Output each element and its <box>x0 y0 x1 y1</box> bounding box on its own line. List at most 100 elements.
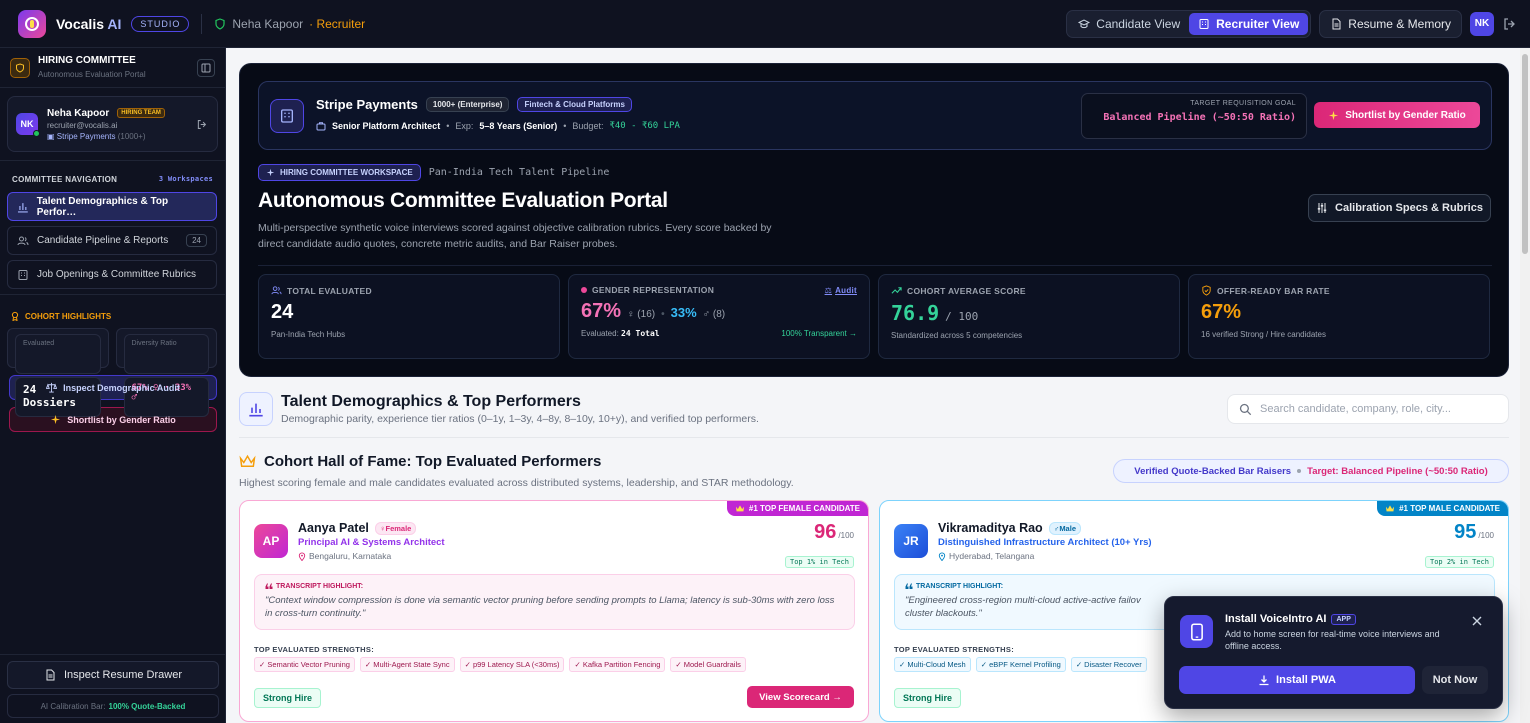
shortlist-gender-ratio-button[interactable]: Shortlist by Gender Ratio <box>1314 102 1480 128</box>
crown-icon <box>239 454 256 468</box>
rank-ribbon: #1 TOP MALE CANDIDATE <box>1377 501 1508 516</box>
section-subtitle: Demographic parity, experience tier rati… <box>281 413 759 425</box>
sidebar-title: HIRING COMMITTEE <box>38 55 136 66</box>
verified-pill: Verified Quote-Backed Bar Raisers Target:… <box>1113 459 1509 483</box>
document-icon <box>46 669 55 681</box>
download-icon <box>1259 675 1269 686</box>
gender-tag: ♀Female <box>374 521 417 535</box>
scrollbar-thumb[interactable] <box>1522 54 1528 254</box>
candidate-avatar: AP <box>254 524 288 558</box>
crown-icon <box>735 505 744 512</box>
sidebar-collapse-icon[interactable] <box>197 58 215 77</box>
section-header: Talent Demographics & Top Performers Dem… <box>239 392 1509 440</box>
strength-chips: ✓ Semantic Vector Pruning ✓ Multi-Agent … <box>254 657 746 672</box>
calibration-specs-button[interactable]: Calibration Specs & Rubrics <box>1308 194 1491 222</box>
strength-chip: ✓ eBPF Kernel Profiling <box>975 657 1066 672</box>
pipeline-count-badge: 24 <box>186 234 207 247</box>
shield-check-icon <box>1202 285 1211 296</box>
graduation-cap-icon <box>1078 18 1091 28</box>
strength-chip: ✓ p99 Latency SLA (<30ms) <box>459 657 565 672</box>
total-evaluated-stat: TOTAL EVALUATED 24 Pan-India Tech Hubs <box>258 274 560 359</box>
users-icon <box>271 286 282 295</box>
recruiter-view-button[interactable]: Recruiter View <box>1189 12 1309 35</box>
view-scorecard-button[interactable]: View Scorecard → <box>747 686 854 708</box>
strength-chip: ✓ Kafka Partition Fencing <box>569 657 666 672</box>
scale-icon <box>46 382 58 393</box>
logout-icon[interactable] <box>196 119 207 130</box>
app-logo[interactable] <box>18 9 46 38</box>
user-avatar: NK <box>16 113 40 137</box>
install-pwa-button[interactable]: Install PWA <box>1179 666 1415 694</box>
studio-badge: STUDIO <box>131 15 190 32</box>
user-card: NK Neha Kapoor HIRING TEAM recruiter@voca… <box>7 96 218 152</box>
target-goal-box: TARGET REQUISITION GOAL Balanced Pipelin… <box>1081 93 1307 139</box>
shield-icon <box>10 57 30 78</box>
not-now-button[interactable]: Not Now <box>1422 666 1488 694</box>
candidate-location: Bengaluru, Karnataka <box>298 551 391 561</box>
quote-icon <box>905 583 913 589</box>
hero-panel: Stripe Payments 1000+ (Enterprise) Finte… <box>239 63 1509 377</box>
top-bar: Vocalis AI STUDIO Neha Kapoor · Recruiter… <box>0 0 1530 48</box>
search-input[interactable]: Search candidate, company, role, city... <box>1227 394 1509 424</box>
strength-chip: ✓ Disaster Recover <box>1070 657 1147 672</box>
users-icon <box>17 236 29 245</box>
candidate-name: Vikramaditya Rao <box>938 521 1043 535</box>
close-icon[interactable] <box>1471 615 1483 627</box>
diversity-stat: Diversity Ratio 67% ♀ · 33% ♂ <box>115 328 217 417</box>
candidate-name: Aanya Patel <box>298 521 369 535</box>
app-badge: APP <box>1331 613 1356 625</box>
hall-of-fame-subtitle: Highest scoring female and male candidat… <box>239 477 794 489</box>
candidate-view-button[interactable]: Candidate View <box>1069 13 1189 35</box>
verdict-badge: Strong Hire <box>894 688 962 708</box>
audit-link[interactable]: ⚖ Audit <box>825 286 857 295</box>
nav-talent-demographics[interactable]: Talent Demographics & Top Perfor… <box>7 192 217 221</box>
strengths-label: TOP EVALUATED STRENGTHS: <box>254 645 374 654</box>
page-title: Autonomous Committee Evaluation Portal <box>258 189 668 212</box>
scrollbar[interactable] <box>1520 48 1530 723</box>
strength-chips: ✓ Multi-Cloud Mesh ✓ eBPF Kernel Profili… <box>894 657 1147 672</box>
online-dot <box>33 130 40 137</box>
gender-representation-stat: GENDER REPRESENTATION ⚖ Audit 67% ♀ (16)… <box>568 274 870 359</box>
phone-icon <box>1180 615 1213 648</box>
verdict-badge: Strong Hire <box>254 688 322 708</box>
workspace-tag: HIRING COMMITTEE WORKSPACE <box>258 164 421 181</box>
toast-title: Install VoiceIntro AI <box>1225 613 1327 625</box>
logout-icon[interactable] <box>1502 17 1516 31</box>
strength-chip: ✓ Semantic Vector Pruning <box>254 657 355 672</box>
award-icon <box>11 311 19 321</box>
user-company: ▣ Stripe Payments (1000+) <box>47 131 146 141</box>
nav-candidate-pipeline[interactable]: Candidate Pipeline & Reports 24 <box>7 226 217 255</box>
sidebar: HIRING COMMITTEE Autonomous Evaluation Po… <box>0 48 226 723</box>
nav-header: COMMITTEE NAVIGATION 3 Workspaces <box>12 174 213 184</box>
user-email: recruiter@vocalis.ai <box>47 120 118 130</box>
search-icon <box>1239 403 1252 415</box>
workspace-subtitle: Pan-India Tech Talent Pipeline <box>428 167 610 178</box>
candidate-location: Hyderabad, Telangana <box>938 551 1034 561</box>
percentile-badge: Top 1% in Tech <box>784 556 854 568</box>
role-details: Senior Platform Architect • Exp: 5–8 Years… <box>316 121 680 131</box>
transcript-highlight: TRANSCRIPT HIGHLIGHT: "Context window co… <box>254 574 855 630</box>
brand-name: Vocalis AI <box>56 15 122 32</box>
inspect-resume-drawer-button[interactable]: Inspect Resume Drawer <box>7 661 219 689</box>
candidate-avatar: JR <box>894 524 928 558</box>
candidate-score: 95/100 <box>1454 521 1494 543</box>
transparent-link[interactable]: 100% Transparent → <box>781 329 857 338</box>
section-title: Talent Demographics & Top Performers <box>281 393 581 410</box>
building-icon <box>18 269 28 280</box>
user-avatar[interactable]: NK <box>1470 11 1494 36</box>
nav-job-openings[interactable]: Job Openings & Committee Rubrics <box>7 260 217 289</box>
bar-chart-icon <box>239 392 273 426</box>
candidate-role: Distinguished Infrastructure Architect (… <box>938 537 1152 548</box>
offer-ready-stat: OFFER-READY BAR RATE 67% 16 verified Str… <box>1188 274 1490 359</box>
gender-tag: ♂Male <box>1048 521 1081 535</box>
resume-memory-button[interactable]: Resume & Memory <box>1319 9 1462 38</box>
industry-pill: Fintech & Cloud Platforms <box>517 97 632 112</box>
strengths-label: TOP EVALUATED STRENGTHS: <box>894 645 1014 654</box>
sparkle-icon <box>266 168 275 177</box>
candidate-role: Principal AI & Systems Architect <box>298 537 445 548</box>
candidate-score: 96/100 <box>814 521 854 543</box>
cohort-average-stat: COHORT AVERAGE SCORE 76.9/ 100 Standardi… <box>878 274 1180 359</box>
sparkle-icon <box>51 414 61 425</box>
building-icon <box>270 99 304 133</box>
shield-icon <box>215 17 225 30</box>
